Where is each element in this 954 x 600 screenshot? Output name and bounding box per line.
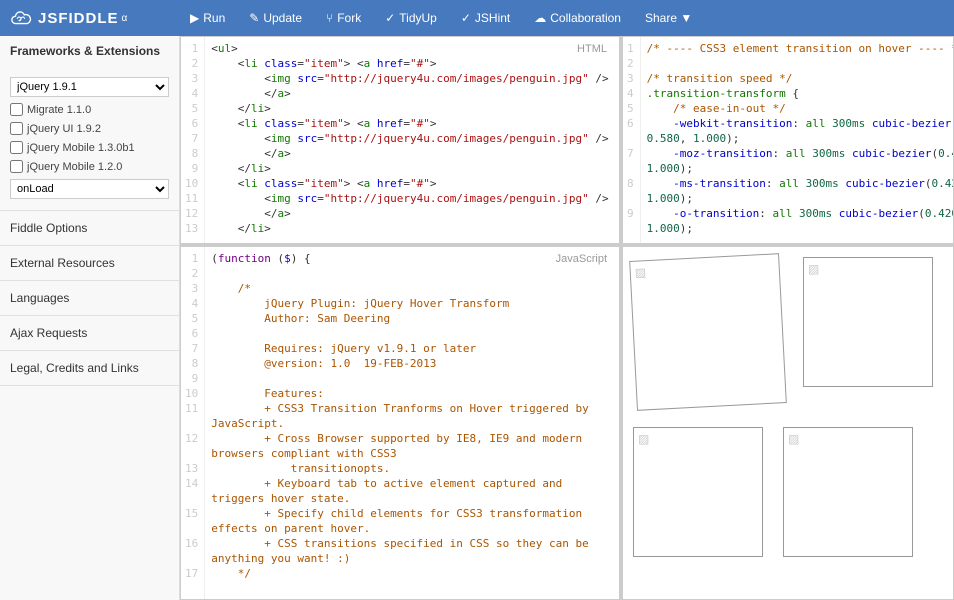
cloud-logo-icon	[10, 7, 32, 29]
load-select[interactable]: onLoad	[10, 179, 169, 199]
preview-item-1[interactable]: ▨	[629, 253, 787, 411]
js-panel-label: JavaScript	[552, 251, 611, 267]
fork-button[interactable]: ⑂ Fork	[316, 3, 371, 33]
result-panel[interactable]: ▨ ▨ ▨ ▨	[622, 246, 954, 600]
css-gutter: 123456 7 8 9	[623, 37, 641, 243]
check-jqueryui[interactable]: jQuery UI 1.9.2	[10, 119, 169, 138]
logo-alpha: α	[122, 13, 128, 24]
update-button[interactable]: ✎ Update	[239, 3, 312, 33]
html-code[interactable]: <ul> <li class="item"> <a href="#"> <img…	[205, 37, 619, 243]
preview-item-3[interactable]: ▨	[633, 427, 763, 557]
toolbar: ▶ Run ✎ Update ⑂ Fork ✓ TidyUp ✓ JSHint …	[180, 3, 702, 33]
run-button[interactable]: ▶ Run	[180, 3, 235, 33]
frameworks-heading: Frameworks & Extensions	[0, 36, 179, 66]
preview-item-2[interactable]: ▨	[803, 257, 933, 387]
js-gutter: 1234567891011 12 1314 15 16 17	[181, 247, 205, 599]
image-icon: ▨	[634, 265, 649, 280]
sidebar: Frameworks & Extensions jQuery 1.9.1 Mig…	[0, 36, 180, 600]
image-icon: ▨	[638, 432, 652, 446]
result-preview: ▨ ▨ ▨ ▨	[623, 247, 953, 567]
image-icon: ▨	[788, 432, 802, 446]
sidebar-fiddle-options[interactable]: Fiddle Options	[0, 211, 179, 246]
html-gutter: 12345678910111213	[181, 37, 205, 243]
main-layout: Frameworks & Extensions jQuery 1.9.1 Mig…	[0, 36, 954, 600]
image-icon: ▨	[808, 262, 822, 276]
js-code[interactable]: (function ($) { /* jQuery Plugin: jQuery…	[205, 247, 605, 599]
logo-text: JSFIDDLE	[38, 10, 119, 27]
check-migrate[interactable]: Migrate 1.1.0	[10, 100, 169, 119]
css-panel[interactable]: 123456 7 8 9 /* ---- CSS3 element transi…	[622, 36, 954, 244]
sidebar-external-resources[interactable]: External Resources	[0, 246, 179, 281]
share-button[interactable]: Share ▼	[635, 3, 702, 33]
preview-item-4[interactable]: ▨	[783, 427, 913, 557]
check-jqmobile12[interactable]: jQuery Mobile 1.2.0	[10, 157, 169, 176]
editor-panels: HTML 12345678910111213 <ul> <li class="i…	[180, 36, 954, 600]
sidebar-ajax-requests[interactable]: Ajax Requests	[0, 316, 179, 351]
html-panel-label: HTML	[573, 41, 611, 57]
check-jqmobile13[interactable]: jQuery Mobile 1.3.0b1	[10, 138, 169, 157]
css-code[interactable]: /* ---- CSS3 element transition on hover…	[641, 37, 953, 243]
tidyup-button[interactable]: ✓ TidyUp	[375, 3, 447, 33]
logo-section: JSFIDDLE α	[10, 7, 180, 29]
jshint-button[interactable]: ✓ JSHint	[451, 3, 520, 33]
html-panel[interactable]: HTML 12345678910111213 <ul> <li class="i…	[180, 36, 620, 244]
framework-select[interactable]: jQuery 1.9.1	[10, 77, 169, 97]
sidebar-languages[interactable]: Languages	[0, 281, 179, 316]
collab-button[interactable]: ☁ Collaboration	[524, 3, 631, 33]
header-bar: JSFIDDLE α ▶ Run ✎ Update ⑂ Fork ✓ TidyU…	[0, 0, 954, 36]
js-panel[interactable]: JavaScript 1234567891011 12 1314 15 16 1…	[180, 246, 620, 600]
sidebar-legal[interactable]: Legal, Credits and Links	[0, 351, 179, 386]
